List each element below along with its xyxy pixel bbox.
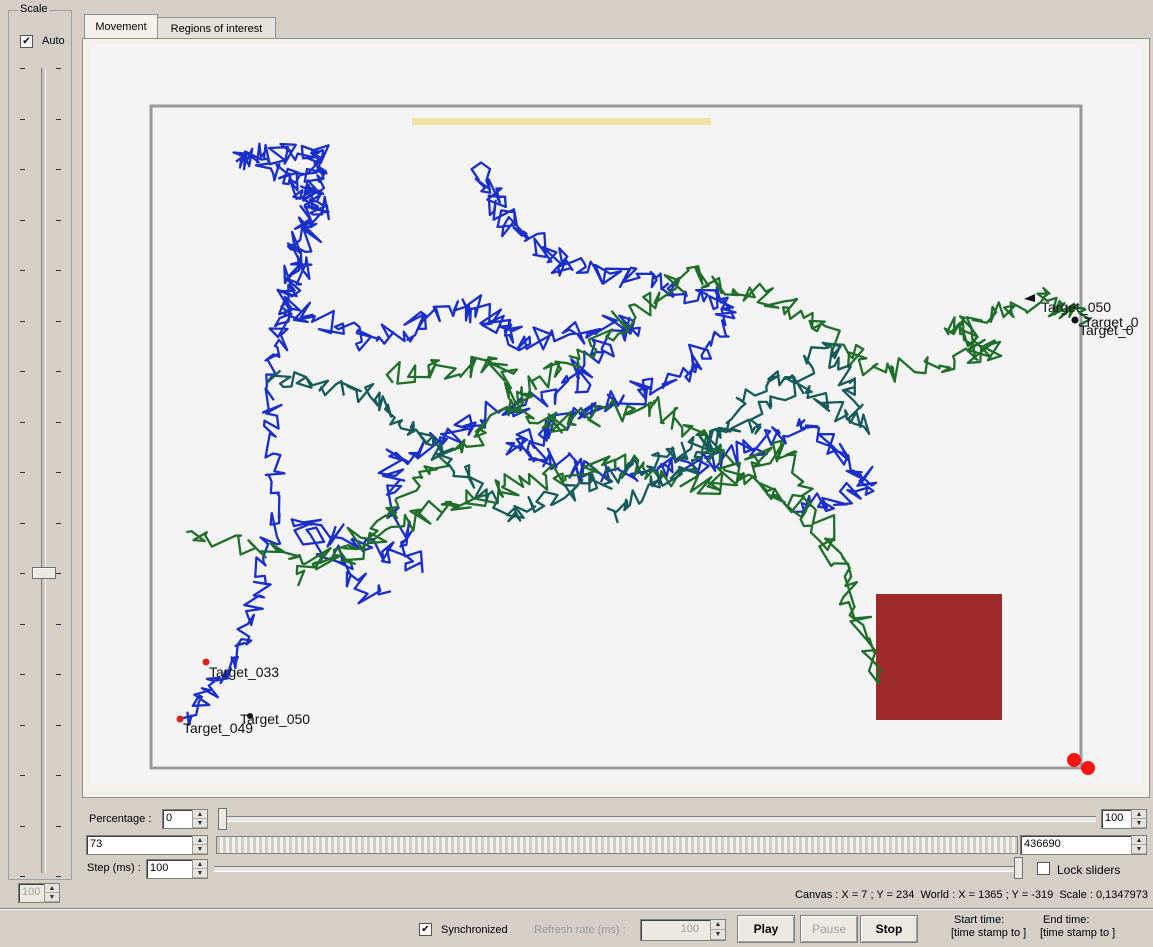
scale-tick bbox=[20, 724, 25, 726]
scale-slider-thumb[interactable] bbox=[32, 567, 56, 579]
scale-group-frame bbox=[8, 10, 72, 880]
step-value: 100 bbox=[150, 862, 169, 874]
step-input[interactable]: 100 ▲ ▼ bbox=[146, 859, 208, 879]
scale-tick bbox=[20, 118, 25, 120]
scale-tick bbox=[20, 270, 25, 271]
scale-tick bbox=[20, 674, 25, 675]
target-label-050-right: Target_050 bbox=[1041, 299, 1111, 315]
scale-tick bbox=[56, 169, 61, 170]
percentage-max-input[interactable]: 100 ▲ ▼ bbox=[1101, 809, 1147, 829]
scale-tick bbox=[20, 472, 25, 473]
scale-tick bbox=[20, 623, 25, 625]
end-time-input[interactable]: 436690 ▲ ▼ bbox=[1020, 835, 1147, 855]
end-time-label: End time: bbox=[1043, 914, 1090, 926]
percentage-slider-track[interactable] bbox=[220, 816, 1096, 822]
lock-sliders-label: Lock sliders bbox=[1057, 863, 1121, 877]
scale-tick bbox=[56, 472, 61, 473]
step-label: Step (ms) : bbox=[87, 862, 141, 874]
scale-tick bbox=[56, 421, 61, 423]
refresh-rate-value: 100 bbox=[680, 923, 699, 935]
scale-tick bbox=[56, 522, 61, 524]
start-time-value: [time stamp to ] bbox=[951, 927, 1027, 939]
scale-tick bbox=[20, 573, 25, 574]
percentage-input[interactable]: 0 ▲ ▼ bbox=[162, 809, 208, 829]
refresh-rate-label: Refresh rate (ms) : bbox=[534, 924, 626, 936]
scale-value: 100 bbox=[22, 886, 41, 898]
percentage-max-value: 100 bbox=[1105, 812, 1124, 824]
refresh-rate-input: 100 ▲ ▼ bbox=[640, 919, 726, 941]
stop-button[interactable]: Stop bbox=[860, 915, 918, 943]
scale-tick bbox=[20, 169, 25, 170]
start-time-label: Start time: bbox=[954, 914, 1005, 926]
scale-tick bbox=[56, 674, 61, 675]
start-spinner[interactable]: ▲ ▼ bbox=[192, 836, 207, 854]
scale-tick bbox=[56, 320, 61, 322]
scale-tick bbox=[56, 371, 61, 372]
scale-tick bbox=[56, 219, 61, 221]
scale-tick bbox=[20, 522, 25, 524]
synchronized-label: Synchronized bbox=[441, 924, 508, 936]
start-value: 73 bbox=[90, 838, 103, 850]
tab-regions-of-interest[interactable]: Regions of interest bbox=[157, 17, 276, 39]
auto-checkbox[interactable]: ✔ bbox=[20, 35, 33, 48]
scale-tick bbox=[20, 825, 25, 827]
auto-label: Auto bbox=[42, 35, 65, 47]
end-time-value: [time stamp to ] bbox=[1040, 927, 1116, 939]
target-label-033: Target_033 bbox=[209, 664, 279, 680]
percentage-value: 0 bbox=[166, 812, 173, 824]
scale-value-input[interactable]: 100 ▲ ▼ bbox=[18, 883, 60, 903]
movement-canvas[interactable]: Target_050 Target_0 Target_0 Target_033 … bbox=[91, 44, 1141, 784]
scale-tick bbox=[56, 573, 61, 574]
refresh-rate-spinner: ▲ ▼ bbox=[710, 920, 725, 940]
percentage-slider-thumb[interactable] bbox=[218, 808, 227, 830]
scale-tick bbox=[20, 876, 25, 877]
scale-panel: Scale ✔ Auto 100 ▲ ▼ bbox=[2, 0, 76, 908]
step-slider-track[interactable] bbox=[214, 866, 1018, 872]
end-spinner[interactable]: ▲ ▼ bbox=[1131, 836, 1146, 854]
lock-sliders-checkbox[interactable] bbox=[1037, 862, 1050, 875]
scale-group-label: Scale bbox=[18, 3, 50, 15]
scale-tick bbox=[56, 825, 61, 827]
percentage-max-spinner[interactable]: ▲ ▼ bbox=[1131, 810, 1146, 828]
scale-tick bbox=[56, 118, 61, 120]
scale-tick bbox=[56, 623, 61, 625]
scale-tick bbox=[20, 421, 25, 423]
scale-tick bbox=[56, 68, 61, 69]
target-label-0-b: Target_0 bbox=[1079, 322, 1134, 338]
play-button[interactable]: Play bbox=[737, 915, 795, 943]
percentage-spinner[interactable]: ▲ ▼ bbox=[192, 810, 207, 828]
scale-tick bbox=[20, 775, 25, 776]
region-red bbox=[876, 594, 1002, 720]
region-yellow bbox=[412, 118, 711, 125]
tab-movement[interactable]: Movement bbox=[84, 14, 158, 39]
bottom-separator bbox=[0, 908, 1153, 910]
step-slider-thumb[interactable] bbox=[1014, 857, 1023, 879]
step-spinner[interactable]: ▲ ▼ bbox=[192, 860, 207, 878]
pause-button[interactable]: Pause bbox=[800, 915, 858, 943]
start-time-input[interactable]: 73 ▲ ▼ bbox=[86, 835, 208, 855]
scale-slider-track[interactable] bbox=[41, 68, 46, 873]
target-050-start-marker bbox=[1067, 753, 1081, 767]
target-label-050-left: Target_050 bbox=[240, 711, 310, 727]
scale-tick bbox=[56, 270, 61, 271]
end-value: 436690 bbox=[1024, 838, 1061, 850]
scale-tick bbox=[56, 724, 61, 726]
scale-tick bbox=[20, 371, 25, 372]
scale-tick bbox=[56, 775, 61, 776]
status-bar: Canvas : X = 7 ; Y = 234 World : X = 136… bbox=[794, 889, 1148, 901]
scale-tick bbox=[20, 219, 25, 221]
synchronized-checkbox[interactable]: ✔ bbox=[419, 923, 432, 936]
scale-spinner[interactable]: ▲ ▼ bbox=[44, 884, 59, 902]
target-049-start-marker bbox=[1081, 761, 1095, 775]
percentage-label: Percentage : bbox=[89, 813, 152, 825]
scale-tick bbox=[20, 68, 25, 69]
target-0-marker-a bbox=[1071, 316, 1079, 324]
scale-tick bbox=[20, 320, 25, 322]
range-slider[interactable] bbox=[216, 836, 1018, 854]
scale-tick bbox=[56, 876, 61, 877]
